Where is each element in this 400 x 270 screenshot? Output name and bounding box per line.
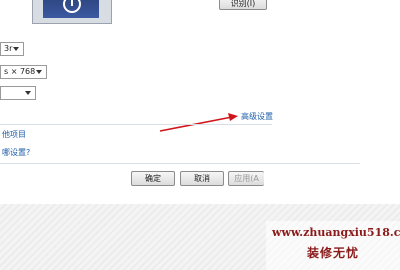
watermark-brand: 装修无忧: [307, 246, 360, 260]
watermark-url: www.zhuangxiu518.com: [272, 226, 400, 239]
apply-button[interactable]: 应用(A: [228, 171, 264, 186]
cancel-button[interactable]: 取消: [180, 171, 224, 186]
ok-button[interactable]: 确定: [131, 171, 175, 186]
footer-divider: [0, 163, 360, 164]
which-settings-link[interactable]: 哪设置?: [2, 147, 30, 158]
section-divider: [0, 124, 272, 125]
other-items-link[interactable]: 他项目: [2, 129, 26, 140]
